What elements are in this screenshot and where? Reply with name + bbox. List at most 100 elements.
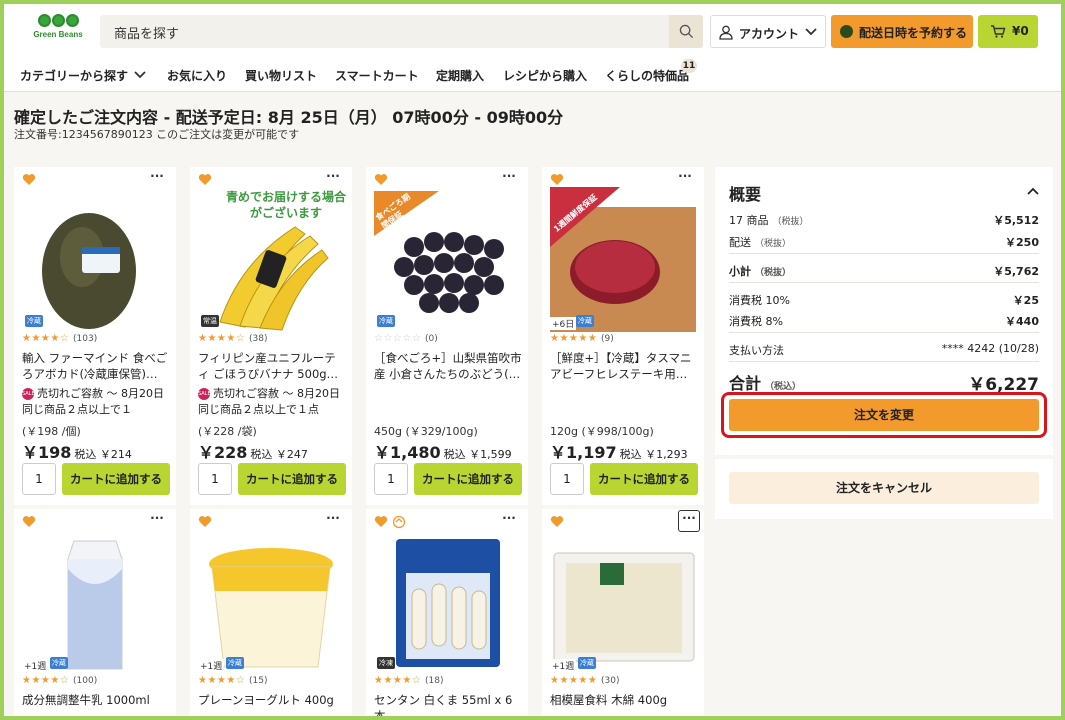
heart-icon[interactable]: [374, 515, 388, 528]
rating-count: (30): [601, 676, 620, 686]
unit-price: (￥228 /袋): [198, 425, 257, 438]
add-to-cart-button[interactable]: カートに追加する: [414, 463, 522, 495]
rating-count: (100): [73, 676, 98, 686]
storage-tag: 常温: [201, 315, 219, 327]
more-options-icon[interactable]: ···: [146, 170, 168, 187]
chevron-up-icon[interactable]: [1027, 187, 1039, 195]
clock-icon: [840, 25, 853, 38]
banana-image: [219, 226, 329, 331]
unit-price: 450g (￥329/100g): [374, 425, 478, 438]
heart-icon[interactable]: [198, 173, 212, 186]
storage-tag: 冷蔵: [226, 657, 244, 669]
nav-favorites[interactable]: お気に入り: [167, 67, 227, 84]
nav-subscription[interactable]: 定期購入: [436, 67, 484, 84]
storage-tag: 冷凍: [377, 657, 395, 669]
quantity-input[interactable]: 1: [374, 463, 408, 495]
heart-icon[interactable]: [198, 515, 212, 528]
price: ￥1,197 税込 ￥1,293: [550, 443, 688, 462]
account-menu-button[interactable]: アカウント: [710, 15, 826, 48]
tofu-image: [553, 552, 695, 662]
schedule-delivery-button[interactable]: 配送日時を予約する: [831, 15, 973, 48]
heart-icon[interactable]: [374, 173, 388, 186]
freshness-badge: +1週: [198, 659, 225, 672]
quantity-input[interactable]: 1: [22, 463, 56, 495]
logo-text: Green Beans: [33, 30, 83, 39]
more-options-icon[interactable]: ···: [498, 170, 520, 187]
quantity-input[interactable]: 1: [550, 463, 584, 495]
heart-icon[interactable]: [550, 515, 564, 528]
rating-count: (18): [425, 676, 444, 686]
cancel-order-button[interactable]: 注文をキャンセル: [729, 472, 1039, 504]
nav-recipes[interactable]: レシピから購入: [503, 67, 587, 84]
subscription-icon: [392, 515, 406, 529]
product-card[interactable]: ··· 冷蔵 ★★★★☆ (103) 輸入 ファーマインド 食べごろアボカド(冷…: [14, 167, 176, 505]
product-card[interactable]: ··· 青めでお届けする場合がございます 常温 ★★★★☆ (38) フィリピン…: [190, 167, 352, 505]
price: ￥1,480 税込 ￥1,599: [374, 443, 512, 462]
more-options-icon[interactable]: ···: [674, 170, 696, 187]
search-icon: [679, 24, 694, 39]
product-name[interactable]: ［食べごろ+］山梨県笛吹市産 小倉さんたちのぶどう(…: [374, 350, 522, 382]
summary-title: 概要: [729, 185, 762, 204]
nav-smart-cart[interactable]: スマートカート: [335, 67, 419, 84]
price: ￥228 税込 ￥247: [198, 443, 308, 462]
rating-stars: ★★★★☆ (100): [22, 675, 98, 686]
add-to-cart-button[interactable]: カートに追加する: [62, 463, 170, 495]
heart-icon[interactable]: [22, 173, 36, 186]
search-button[interactable]: [669, 15, 703, 48]
product-card[interactable]: ··· +1週 冷蔵 ★★★★★ (30) 相模屋食料 木綿 400g: [542, 509, 704, 716]
product-name[interactable]: 輸入 ファーマインド 食べごろアボカド(冷蔵庫保管)…: [22, 350, 170, 382]
product-name[interactable]: フィリピン産ユニフルーティ ごほうびバナナ 500g…: [198, 350, 346, 382]
specials-count-badge: 11: [681, 59, 697, 73]
unit-price: (￥198 /個): [22, 425, 81, 438]
banana-image-caption: 青めでお届けする場合がございます: [226, 190, 347, 220]
green-beans-logo[interactable]: Green Beans: [28, 12, 88, 50]
quantity-input[interactable]: 1: [198, 463, 232, 495]
change-order-highlight: 注文を変更: [721, 392, 1047, 438]
search-input[interactable]: 商品を探す: [100, 15, 703, 48]
product-name[interactable]: センタン 白くま 55ml x 6本: [374, 692, 522, 716]
more-options-icon[interactable]: ···: [322, 512, 344, 529]
cart-total: ¥0: [1012, 24, 1029, 38]
rating-count: (38): [249, 334, 268, 344]
product-card[interactable]: ··· 冷凍 ★★★★☆ (18) センタン 白くま 55ml x 6本: [366, 509, 528, 716]
change-order-button[interactable]: 注文を変更: [729, 399, 1039, 431]
product-card[interactable]: ··· 食べごろ期間保証 冷蔵 ☆☆☆☆☆ (0) ［食べごろ+］山梨県笛吹市産…: [366, 167, 528, 505]
product-name[interactable]: 相模屋食料 木綿 400g: [550, 692, 698, 716]
nav-category[interactable]: カテゴリーから探す: [20, 67, 128, 84]
page-title: 確定したご注文内容 - 配送予定日: 8月 25日（月） 07時00分 - 09…: [14, 108, 564, 127]
order-subtitle: 注文番号:1234567890123 このご注文は変更が可能です: [14, 128, 300, 141]
storage-tag: 冷蔵: [377, 315, 395, 327]
more-options-icon[interactable]: ···: [498, 512, 520, 529]
product-card[interactable]: ··· 1週間鮮度保証 +6日 冷蔵 ★★★★★ (9) ［鮮度+］【冷蔵】タス…: [542, 167, 704, 505]
rating-count: (103): [73, 334, 98, 344]
product-name[interactable]: 成分無調整牛乳 1000ml: [22, 692, 170, 716]
avocado-image: [42, 213, 136, 329]
chevron-down-icon: [134, 71, 146, 79]
sale-icon: SALE: [22, 388, 35, 400]
ice-cream-image: [396, 539, 500, 667]
rating-stars: ★★★★★ (9): [550, 333, 614, 344]
cart-button[interactable]: ¥0: [978, 15, 1038, 48]
heart-icon[interactable]: [550, 173, 564, 186]
add-to-cart-button[interactable]: カートに追加する: [238, 463, 346, 495]
add-to-cart-button[interactable]: カートに追加する: [590, 463, 698, 495]
sale-icon: SALE: [198, 388, 211, 400]
category-nav: カテゴリーから探す お気に入り 買い物リスト スマートカート 定期購入 レシピか…: [4, 56, 1061, 92]
product-card[interactable]: ··· +1週 冷蔵 ★★★★☆ (100) 成分無調整牛乳 1000ml: [14, 509, 176, 716]
nav-specials[interactable]: くらしの特価品: [605, 67, 689, 84]
search-placeholder: 商品を探す: [114, 27, 180, 42]
more-options-icon[interactable]: ···: [146, 512, 168, 529]
rating-stars: ★★★★☆ (18): [374, 675, 444, 686]
product-name[interactable]: プレーンヨーグルト 400g: [198, 692, 346, 716]
product-name[interactable]: ［鮮度+］【冷蔵】タスマニアビーフヒレステーキ用…: [550, 350, 698, 382]
more-options-icon[interactable]: ···: [322, 170, 344, 187]
heart-icon[interactable]: [22, 515, 36, 528]
rating-count: (0): [425, 334, 438, 344]
chevron-down-icon: [805, 28, 817, 36]
yogurt-image: [209, 548, 333, 668]
rating-stars: ★★★★☆ (38): [198, 333, 268, 344]
product-card[interactable]: ··· +1週 冷蔵 ★★★★☆ (15) プレーンヨーグルト 400g: [190, 509, 352, 716]
promo-text: SALE 売切れご容赦 ～ 8月20日 同じ商品２点以上で１点: [198, 387, 351, 416]
nav-shopping-list[interactable]: 買い物リスト: [245, 67, 317, 84]
storage-tag: 冷蔵: [25, 315, 43, 327]
